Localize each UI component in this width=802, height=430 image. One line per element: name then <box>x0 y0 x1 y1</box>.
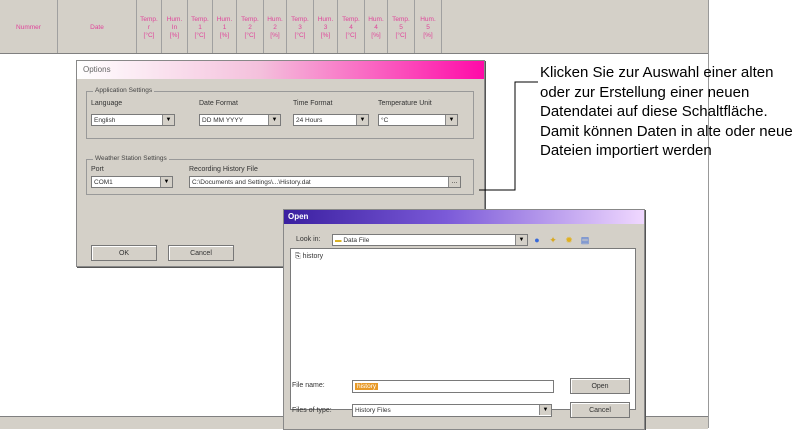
annotation-text: Klicken Sie zur Auswahl einer alten oder… <box>540 64 793 159</box>
